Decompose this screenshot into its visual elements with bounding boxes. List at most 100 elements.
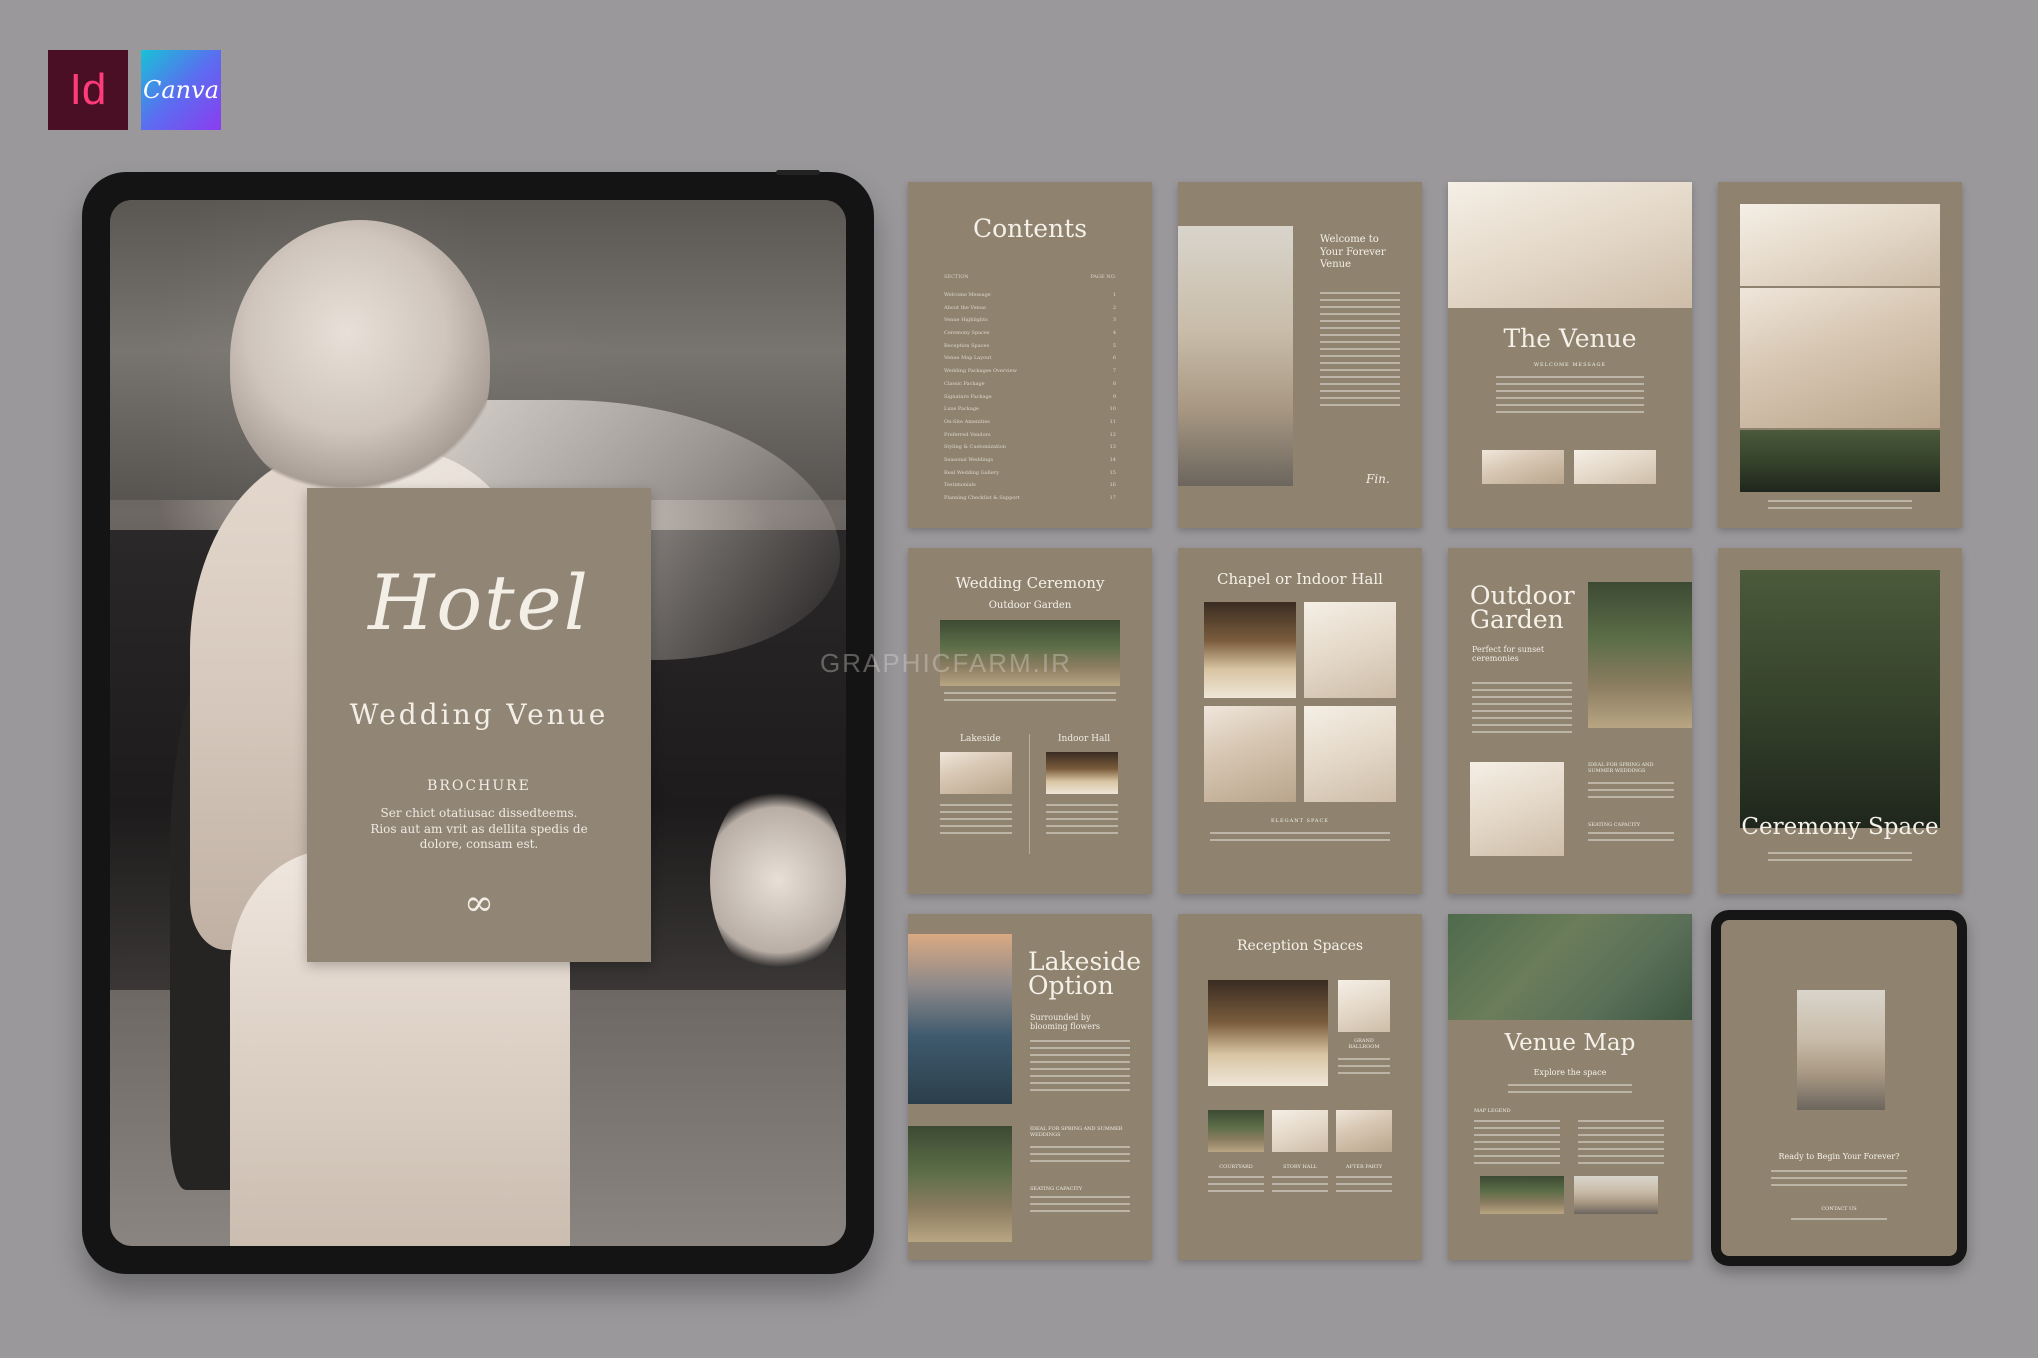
lakeside-sea-photo [908,934,1012,1104]
map-legend-right [1578,1120,1664,1169]
flourish-icon: ∞ [464,883,494,924]
canva-logo-text: Canva [143,76,219,104]
outdoor-table-photo [1470,762,1564,856]
page-venue: The Venue WELCOME MESSAGE [1448,182,1692,528]
contents-item: About the Venue 2 [944,304,1116,311]
canva-logo: Canva [141,50,221,130]
ballroom-photo [1208,980,1328,1086]
lakeside-text-2 [1030,1146,1130,1167]
contents-col-section: SECTION [944,274,969,280]
page-chapel: Chapel or Indoor Hall ELEGANT SPACE [1178,548,1422,894]
chapel-photo-1 [1204,602,1296,698]
cover-title: Wedding Venue [349,698,609,731]
after-party-caption: AFTER PARTY [1345,1164,1383,1170]
page-ceremony-space: Ceremony Space [1718,548,1962,894]
contents-item: Planning Checklist & Support 17 [944,495,1116,501]
outdoor-garden-photo [1588,582,1692,728]
contents-item: Wedding Packages Overview 7 [944,368,1116,375]
story-hall-text [1272,1176,1328,1197]
bride-hair [230,220,490,500]
lakeside-text-3 [1030,1196,1130,1217]
lakeside-label-1: IDEAL FOR SPRING AND SUMMER WEDDINGS [1030,1126,1123,1138]
lakeside-text [940,804,1012,839]
contents-list: Welcome Message 1 About the Venue 2 Venue … [944,292,1116,508]
chapel-text [1210,832,1390,846]
contents-item: Venue Map Layout 6 [944,355,1116,362]
outdoor-title: Outdoor Garden [1470,583,1575,634]
lakeside-garden-photo [908,1126,1012,1242]
map-subtitle: Explore the space [1533,1068,1607,1077]
outdoor-text [1472,682,1572,738]
map-title: Venue Map [1504,1030,1636,1056]
map-legend-label: MAP LEGEND [1474,1108,1511,1114]
lakeside-label: Lakeside [960,734,1001,744]
chapel-photo-2 [1304,602,1396,698]
story-hall-caption: STORY HALL [1283,1164,1317,1170]
venue-subtitle: WELCOME MESSAGE [1533,362,1607,368]
indoor-text [1046,804,1118,839]
lakeside-title-line2: Option [1028,970,1114,1000]
courtyard-photo [1208,1110,1264,1152]
contents-item: Testimonials 16 [944,482,1116,489]
page-rooms [1718,182,1962,528]
contents-item: Luxe Package 10 [944,406,1116,413]
courtyard-text [1208,1176,1264,1197]
courtyard-caption: COURTYARD [1219,1164,1253,1170]
contact-text [1791,1218,1887,1225]
final-text [1771,1170,1907,1191]
story-hall-photo [1272,1110,1328,1152]
outdoor-title-line2: Garden [1470,604,1564,634]
contents-item: Classic Package 8 [944,380,1116,387]
page-reception: Reception Spaces GRAND BALLROOM COURTYAR… [1178,914,1422,1260]
contents-item: Venue Highlights 3 [944,317,1116,324]
contents-item: On-Site Amenities 11 [944,418,1116,425]
page-venue-map: Venue Map Explore the space MAP LEGEND [1448,914,1692,1260]
ceremony-title: Wedding Ceremony [955,574,1105,592]
lake-trees-photo [1740,570,1940,828]
building-photo [1178,226,1293,486]
venue-title: The Venue [1503,324,1637,353]
signature: Fin. [1366,472,1390,486]
ceremony-text [944,692,1116,706]
map-image [1448,914,1692,1020]
outdoor-label-1: IDEAL FOR SPRING AND SUMMER WEDDINGS [1588,762,1654,774]
chapel-photo-4 [1304,706,1396,802]
cover-description: Ser chict otatiusac dissedteems. Rios au… [370,806,588,852]
outdoor-subtitle: Perfect for sunset ceremonies [1472,645,1545,663]
after-party-text [1336,1176,1392,1197]
contents-item: Welcome Message 1 [944,292,1116,298]
indoor-hall-label: Indoor Hall [1058,734,1111,744]
welcome-text [1320,292,1400,411]
lakeside-label-2: SEATING CAPACITY [1030,1186,1083,1192]
page-final: Ready to Begin Your Forever? CONTACT US [1721,920,1957,1256]
map-legend-left [1474,1120,1560,1169]
contact-label: CONTACT US [1821,1206,1857,1212]
outdoor-text-2 [1588,782,1674,803]
contents-item: Reception Spaces 5 [944,342,1116,349]
bouquet [710,780,846,980]
contents-item: Preferred Vendors 12 [944,431,1116,438]
cover-script-title: Hotel [368,558,590,647]
chapel-title: Chapel or Indoor Hall [1217,570,1383,588]
tablet-button [776,170,820,175]
ballroom-text [1338,1058,1390,1079]
after-party-photo [1336,1110,1392,1152]
small-tablet-mockup: Ready to Begin Your Forever? CONTACT US [1711,910,1967,1266]
rooms-caption [1768,500,1912,514]
page-ceremony: Wedding Ceremony Outdoor Garden Lakeside… [908,548,1152,894]
contents-item: Signature Package 9 [944,393,1116,400]
ceremony-subtitle: Outdoor Garden [988,600,1072,611]
map-building-photo [1574,1176,1658,1214]
contents-col-page: PAGE NO. [1090,274,1116,280]
tablet-mockup: Hotel Wedding Venue BROCHURE Ser chict o… [82,172,874,1274]
page-lakeside: Lakeside Option Surrounded by blooming f… [908,914,1152,1260]
couple-photo [1448,182,1692,308]
ballroom-detail-photo [1338,980,1390,1032]
page-outdoor: Outdoor Garden Perfect for sunset ceremo… [1448,548,1692,894]
venue-text [1496,376,1644,418]
final-building-photo [1797,990,1885,1110]
final-title: Ready to Begin Your Forever? [1778,1152,1900,1161]
venue-photo-2 [1574,450,1656,484]
contents-title: Contents [972,214,1088,243]
watermark: GRAPHICFARM.IR [820,648,1072,678]
